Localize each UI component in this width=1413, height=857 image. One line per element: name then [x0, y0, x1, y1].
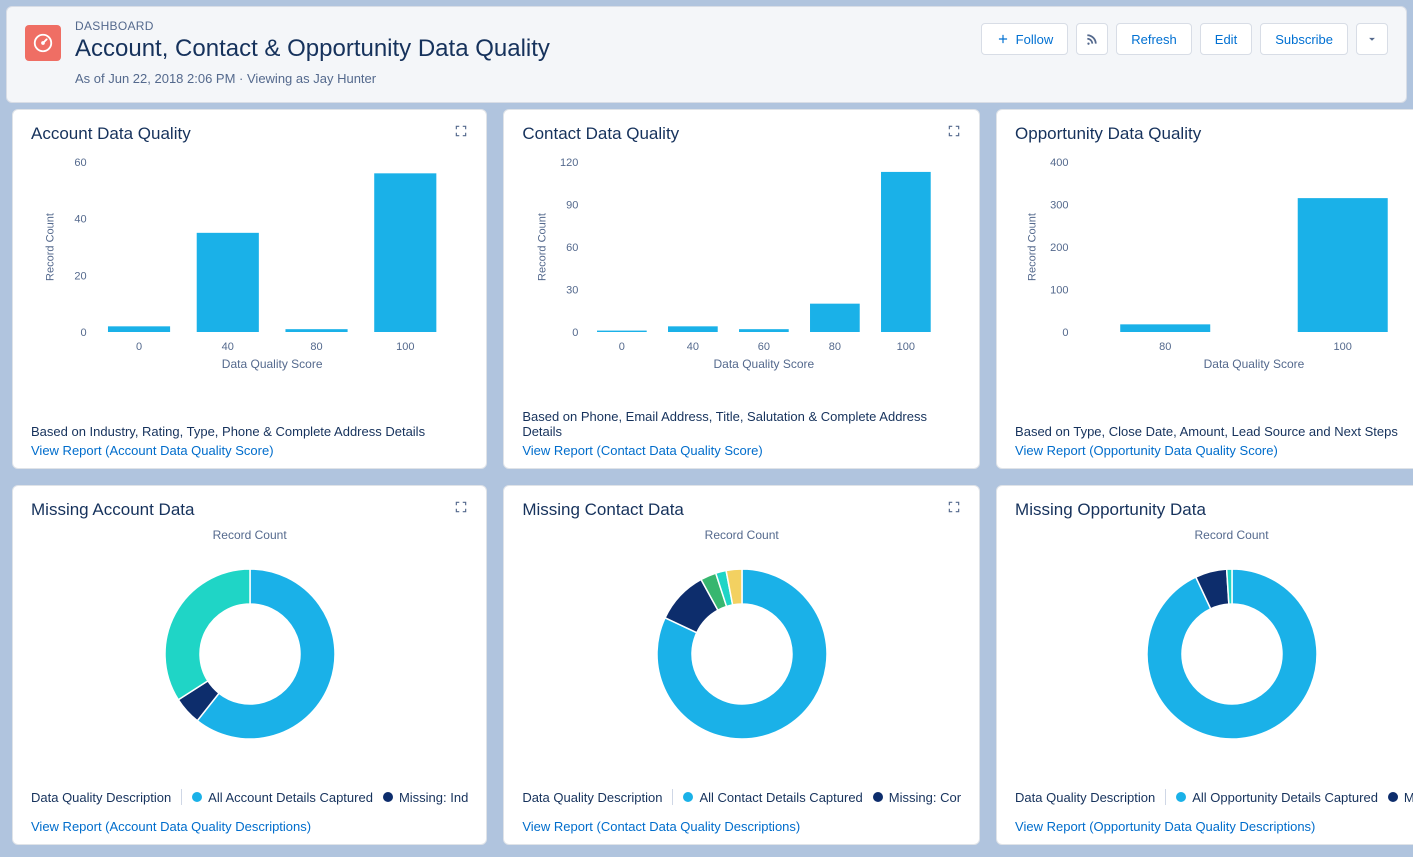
dashboard-icon: [25, 25, 61, 61]
feed-icon: [1085, 32, 1099, 46]
more-button[interactable]: [1356, 23, 1388, 55]
legend-item: Missing: Ind: [383, 790, 468, 805]
swatch-icon: [683, 792, 693, 802]
view-report-link[interactable]: View Report (Account Data Quality Score): [31, 443, 468, 458]
svg-text:Data Quality Score: Data Quality Score: [222, 357, 323, 371]
expand-button[interactable]: [947, 500, 961, 517]
svg-text:90: 90: [566, 200, 578, 212]
svg-text:Record Count: Record Count: [45, 213, 57, 281]
svg-text:Record Count: Record Count: [537, 213, 549, 281]
view-report-link[interactable]: View Report (Account Data Quality Descri…: [31, 819, 468, 834]
expand-button[interactable]: [454, 124, 468, 141]
svg-text:Data Quality Score: Data Quality Score: [1204, 357, 1305, 371]
page-title: Account, Contact & Opportunity Data Qual…: [75, 35, 967, 63]
svg-text:0: 0: [619, 341, 625, 353]
card-description: Based on Type, Close Date, Amount, Lead …: [1015, 424, 1413, 439]
card-contact-quality: Contact Data Quality 0 30 60 90 120 Record Co…: [503, 109, 980, 469]
card-title: Missing Account Data: [31, 500, 194, 520]
donut-metric: Record Count: [1015, 528, 1413, 542]
svg-text:60: 60: [566, 242, 578, 254]
svg-text:100: 100: [1334, 341, 1352, 353]
donut-metric: Record Count: [522, 528, 961, 542]
card-description: Based on Industry, Rating, Type, Phone &…: [31, 424, 468, 439]
legend: Data Quality Description All Opportunity…: [1015, 789, 1413, 805]
svg-text:30: 30: [566, 285, 578, 297]
legend-item: All Opportunity Details Captured: [1176, 790, 1378, 805]
contact-donut-chart: [642, 554, 842, 754]
page-eyebrow: DASHBOARD: [75, 19, 967, 33]
legend: Data Quality Description All Account Det…: [31, 789, 468, 805]
svg-text:60: 60: [758, 341, 770, 353]
dashboard-header: DASHBOARD Account, Contact & Opportunity…: [6, 6, 1407, 103]
legend-item: All Contact Details Captured: [683, 790, 862, 805]
caret-down-icon: [1365, 32, 1379, 46]
svg-text:100: 100: [396, 341, 414, 353]
card-missing-opportunity: Missing Opportunity Data Record Count Da…: [996, 485, 1413, 845]
follow-button[interactable]: Follow: [981, 23, 1069, 55]
opportunity-bar-chart: 0 100 200 300 400 Record Count 80 100 Data Quali…: [1015, 152, 1413, 372]
svg-text:0: 0: [573, 327, 579, 339]
follow-label: Follow: [1016, 32, 1054, 47]
svg-text:Data Quality Score: Data Quality Score: [714, 357, 815, 371]
card-missing-contact: Missing Contact Data Record Count Data Q…: [503, 485, 980, 845]
svg-text:0: 0: [1062, 327, 1068, 339]
opportunity-donut-chart: [1132, 554, 1332, 754]
svg-text:60: 60: [74, 157, 86, 169]
card-title: Missing Opportunity Data: [1015, 500, 1206, 520]
view-report-link[interactable]: View Report (Contact Data Quality Descri…: [522, 819, 961, 834]
swatch-icon: [1176, 792, 1186, 802]
edit-button[interactable]: Edit: [1200, 23, 1252, 55]
page-subtitle: As of Jun 22, 2018 2:06 PM · Viewing as …: [75, 71, 967, 86]
card-title: Contact Data Quality: [522, 124, 679, 144]
legend-item: All Account Details Captured: [192, 790, 373, 805]
header-actions: Follow Refresh Edit Subscribe: [981, 23, 1388, 55]
svg-text:120: 120: [560, 157, 578, 169]
svg-text:40: 40: [74, 214, 86, 226]
svg-text:20: 20: [74, 270, 86, 282]
dashboard-grid: Account Data Quality 0 20 40 60 Record Count…: [0, 109, 1413, 857]
svg-text:40: 40: [222, 341, 234, 353]
account-bar-chart: 0 20 40 60 Record Count 0 40 80 100 Data Quality …: [31, 152, 468, 372]
svg-text:Record Count: Record Count: [1027, 213, 1039, 281]
swatch-icon: [1388, 792, 1398, 802]
swatch-icon: [192, 792, 202, 802]
card-title: Missing Contact Data: [522, 500, 684, 520]
svg-text:40: 40: [687, 341, 699, 353]
view-report-link[interactable]: View Report (Opportunity Data Quality De…: [1015, 819, 1413, 834]
svg-text:400: 400: [1050, 157, 1068, 169]
svg-text:80: 80: [310, 341, 322, 353]
legend-item: Missing: [1388, 790, 1413, 805]
account-donut-chart: [150, 554, 350, 754]
legend: Data Quality Description All Contact Det…: [522, 789, 961, 805]
feed-button[interactable]: [1076, 23, 1108, 55]
swatch-icon: [873, 792, 883, 802]
card-account-quality: Account Data Quality 0 20 40 60 Record Count…: [12, 109, 487, 469]
swatch-icon: [383, 792, 393, 802]
svg-text:80: 80: [829, 341, 841, 353]
legend-item: Missing: Cor: [873, 790, 961, 805]
svg-text:0: 0: [136, 341, 142, 353]
donut-metric: Record Count: [31, 528, 468, 542]
svg-text:100: 100: [897, 341, 915, 353]
view-report-link[interactable]: View Report (Contact Data Quality Score): [522, 443, 961, 458]
plus-icon: [996, 32, 1010, 46]
card-opportunity-quality: Opportunity Data Quality 0 100 200 300 400 Re…: [996, 109, 1413, 469]
card-description: Based on Phone, Email Address, Title, Sa…: [522, 409, 961, 439]
svg-text:200: 200: [1050, 242, 1068, 254]
card-title: Opportunity Data Quality: [1015, 124, 1201, 144]
card-title: Account Data Quality: [31, 124, 191, 144]
svg-text:300: 300: [1050, 200, 1068, 212]
view-report-link[interactable]: View Report (Opportunity Data Quality Sc…: [1015, 443, 1413, 458]
subscribe-button[interactable]: Subscribe: [1260, 23, 1348, 55]
refresh-button[interactable]: Refresh: [1116, 23, 1192, 55]
contact-bar-chart: 0 30 60 90 120 Record Count 0 40 60 80 100 Data Qua…: [522, 152, 961, 372]
expand-button[interactable]: [947, 124, 961, 141]
svg-text:80: 80: [1159, 341, 1171, 353]
card-missing-account: Missing Account Data Record Count Data Q…: [12, 485, 487, 845]
svg-text:100: 100: [1050, 285, 1068, 297]
expand-button[interactable]: [454, 500, 468, 517]
svg-text:0: 0: [81, 327, 87, 339]
